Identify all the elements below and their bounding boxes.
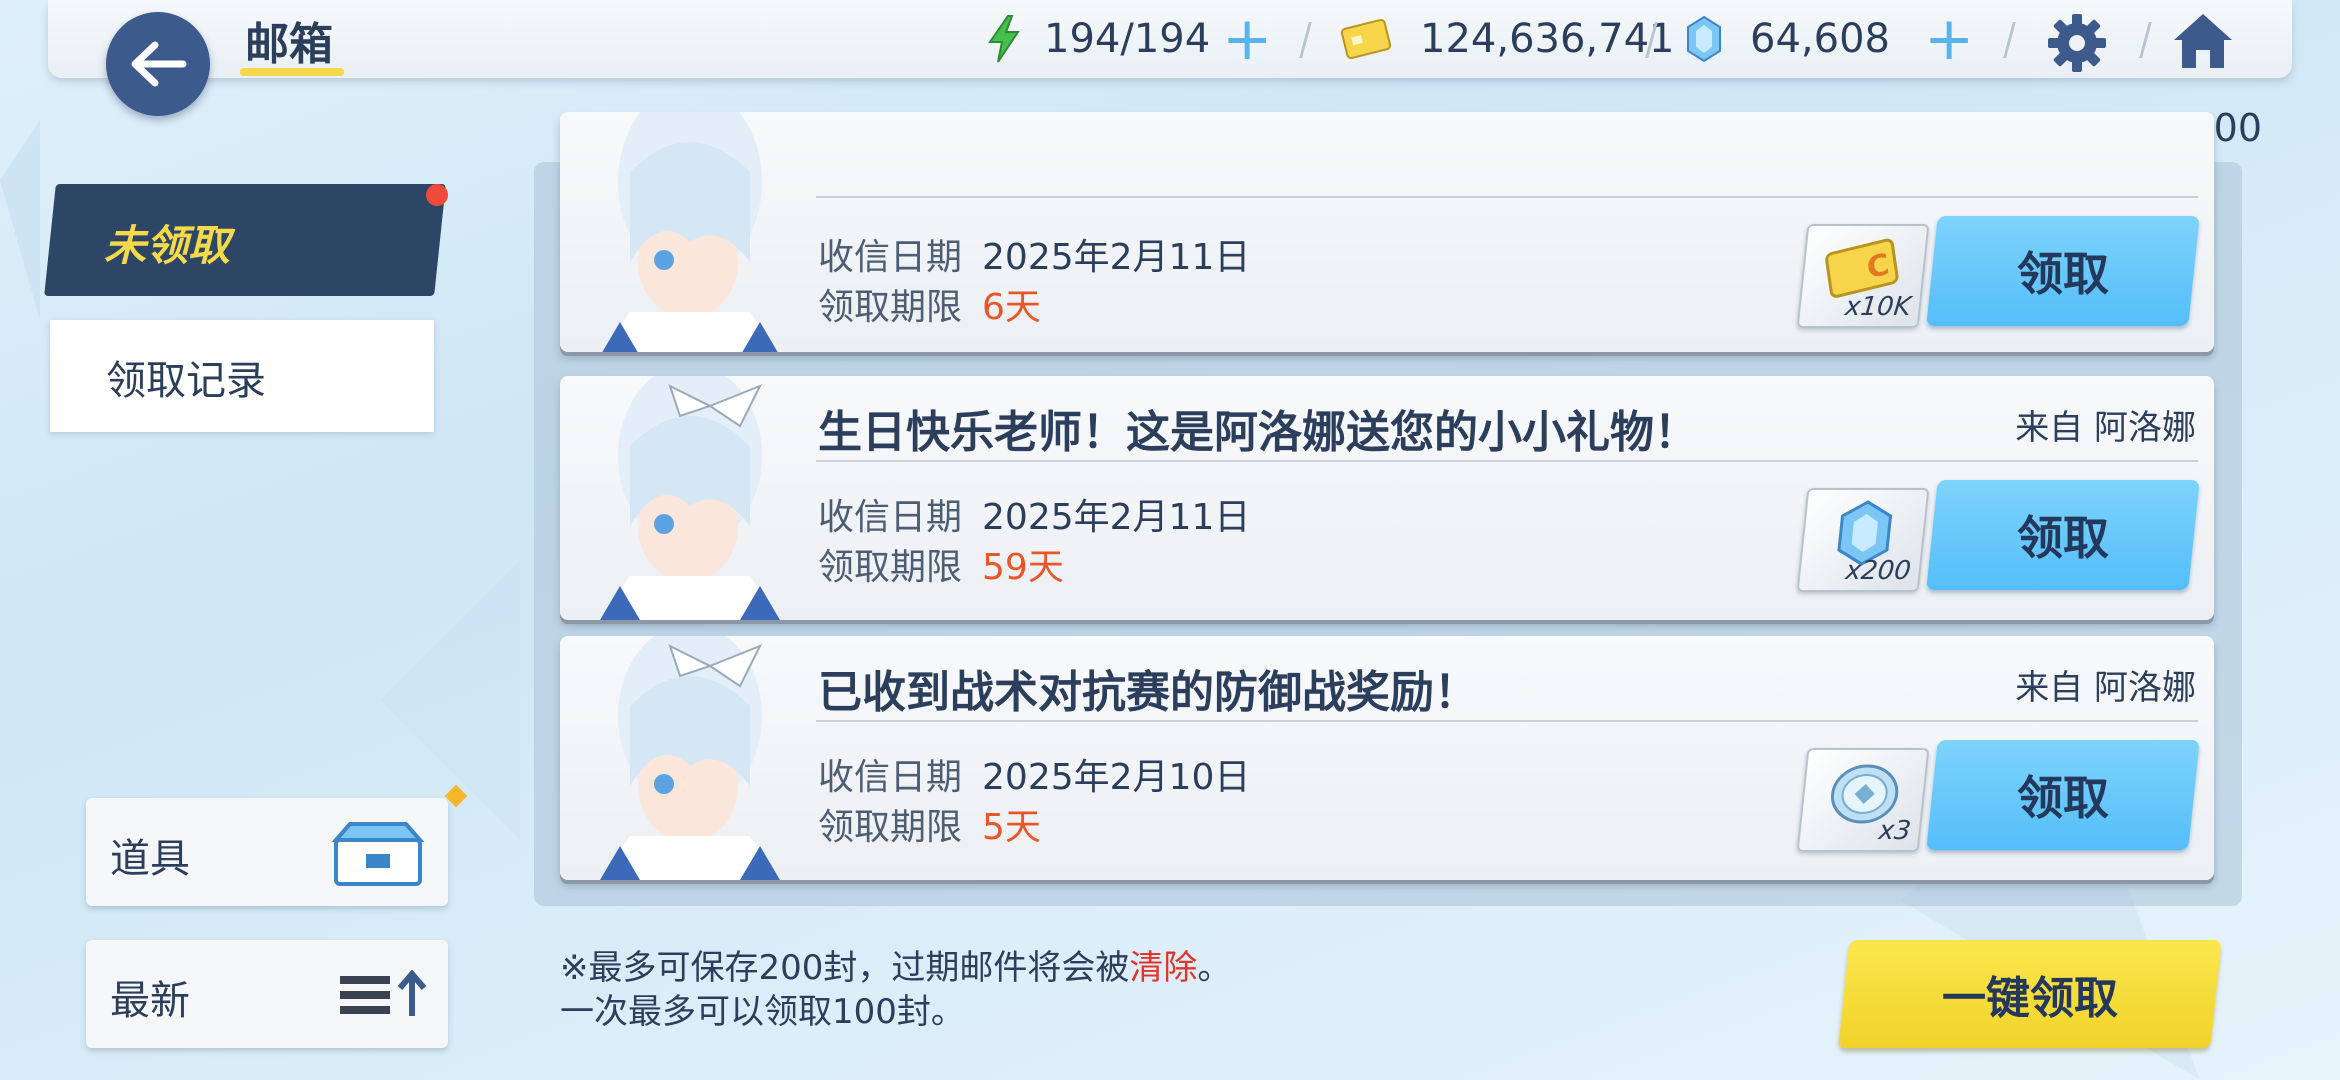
credits-value: 124,636,741 — [1420, 16, 1675, 62]
title-divider — [816, 720, 2198, 722]
reward-item[interactable]: C x10K — [1796, 224, 1930, 328]
deadline-value: 5天 — [982, 807, 1041, 848]
claim-button[interactable]: 领取 — [1926, 480, 2200, 590]
mail-item[interactable]: 已收到战术对抗赛的防御战奖励！ 来自 阿洛娜 收信日期 2025年2月10日 领取… — [560, 636, 2214, 880]
claim-button[interactable]: 领取 — [1926, 216, 2200, 326]
gems-display: 64,608 — [1684, 14, 1890, 64]
deadline-label: 领取期限 — [818, 807, 963, 848]
items-filter-label: 道具 — [110, 836, 190, 882]
received-date-label: 收信日期 — [818, 237, 963, 278]
reward-item[interactable]: x200 — [1796, 488, 1930, 592]
received-date-label: 收信日期 — [818, 497, 963, 538]
gear-icon[interactable] — [2046, 12, 2108, 74]
stamina-display: 194/194 — [986, 14, 1210, 64]
deadline-value: 59天 — [982, 547, 1064, 588]
sort-ascending-icon — [340, 970, 427, 1016]
title-underline — [240, 68, 344, 76]
back-button[interactable] — [106, 12, 210, 116]
reward-item[interactable]: x3 — [1796, 748, 1930, 852]
gems-value: 64,608 — [1750, 16, 1890, 62]
stamina-value: 194/194 — [1044, 16, 1211, 62]
deadline-row: 领取期限 6天 — [818, 278, 1041, 330]
claim-button[interactable]: 领取 — [1926, 740, 2200, 850]
pyroxene-gem-icon — [1687, 15, 1721, 63]
received-date-value: 2025年2月10日 — [982, 757, 1251, 798]
deadline-label: 领取期限 — [818, 287, 963, 328]
reward-count: x10K — [1843, 292, 1913, 322]
notice-text: ※最多可保存200封，过期邮件将会被 — [560, 948, 1130, 988]
arona-portrait-icon — [600, 636, 780, 880]
page-title: 邮箱 — [245, 19, 333, 70]
tab-claim-history-label: 领取记录 — [106, 358, 266, 404]
tab-unclaimed-label: 未领取 — [104, 221, 231, 270]
deadline-value: 6天 — [982, 287, 1041, 328]
received-date-value: 2025年2月11日 — [982, 237, 1251, 278]
storage-notice: ※最多可保存200封，过期邮件将会被清除。 一次最多可以领取100封。 — [560, 946, 1231, 1034]
arona-portrait-icon — [602, 112, 778, 352]
sort-button[interactable]: 最新 — [86, 940, 448, 1048]
claim-all-button[interactable]: 一键领取 — [1838, 940, 2222, 1048]
claim-label: 领取 — [2017, 511, 2109, 565]
reward-count: x200 — [1844, 556, 1913, 586]
claim-label: 领取 — [2017, 771, 2109, 825]
received-date-label: 收信日期 — [818, 757, 963, 798]
credit-card-icon — [1340, 18, 1392, 60]
arona-portrait-icon — [600, 376, 780, 620]
mail-item[interactable]: 生日快乐老师！这是阿洛娜送您的小小礼物！ 来自 阿洛娜 收信日期 2025年2月1… — [560, 376, 2214, 620]
lightning-icon — [988, 15, 1020, 63]
home-icon[interactable] — [2170, 10, 2236, 72]
notice-text: 。 — [1197, 948, 1232, 988]
items-filter-button[interactable]: 道具 — [86, 798, 448, 906]
notice-highlight: 清除 — [1129, 948, 1198, 988]
deadline-row: 领取期限 5天 — [818, 798, 1041, 850]
deadline-row: 领取期限 59天 — [818, 538, 1064, 590]
sort-label: 最新 — [110, 978, 190, 1024]
box-icon — [331, 822, 425, 886]
mail-sender: 来自 阿洛娜 — [2015, 408, 2196, 448]
received-date-value: 2025年2月11日 — [982, 497, 1251, 538]
received-date-row: 收信日期 2025年2月11日 — [818, 488, 1250, 540]
credits-display: 124,636,741 — [1340, 14, 1674, 64]
mail-sender: 来自 阿洛娜 — [2015, 668, 2196, 708]
claim-label: 领取 — [2017, 247, 2109, 301]
reward-count: x3 — [1877, 816, 1913, 846]
mail-title: 已收到战术对抗赛的防御战奖励！ — [818, 667, 1478, 718]
received-date-row: 收信日期 2025年2月10日 — [818, 748, 1250, 800]
credit-card-icon: C — [1825, 238, 1899, 298]
notice-line-2: 一次最多可以领取100封。 — [560, 992, 965, 1032]
claim-all-label: 一键领取 — [1942, 973, 2118, 1024]
mail-item[interactable]: 收信日期 2025年2月11日 领取期限 6天 C x10K 领取 — [560, 112, 2214, 352]
add-gems-button[interactable]: + — [1924, 9, 1974, 69]
received-date-row: 收信日期 2025年2月11日 — [818, 228, 1250, 280]
deadline-label: 领取期限 — [818, 547, 963, 588]
mail-title: 生日快乐老师！这是阿洛娜送您的小小礼物！ — [818, 407, 1698, 458]
notice-line-1: ※最多可保存200封，过期邮件将会被清除。 — [560, 946, 1231, 990]
add-stamina-button[interactable]: + — [1222, 9, 1272, 69]
title-divider — [816, 460, 2198, 462]
notification-dot — [426, 184, 448, 206]
title-divider — [816, 196, 2198, 198]
back-arrow-icon — [131, 41, 187, 87]
